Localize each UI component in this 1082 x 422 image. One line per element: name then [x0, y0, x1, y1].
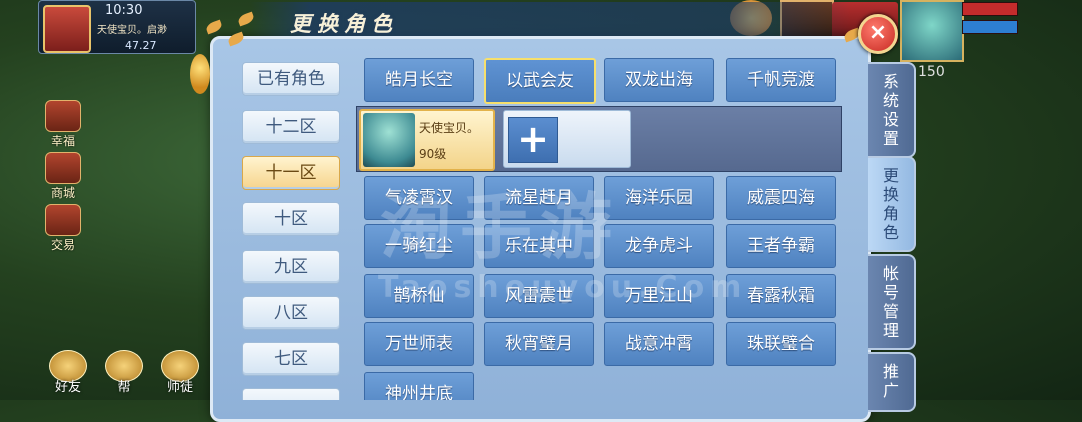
hp-bar — [962, 2, 1018, 16]
server-cell[interactable]: 双龙出海 — [604, 58, 714, 102]
server-cell[interactable]: 海洋乐园 — [604, 176, 714, 220]
plus-icon[interactable]: + — [508, 117, 558, 163]
server-cell[interactable]: 万里江山 — [604, 274, 714, 318]
server-cell-selected[interactable]: 以武会友 — [484, 58, 596, 104]
side-menu-shop[interactable]: 商城 — [44, 152, 82, 201]
server-cell[interactable]: 乐在其中 — [484, 224, 594, 268]
character-row: 天使宝贝。 90级 + — [356, 106, 842, 172]
guild-button[interactable]: 帮 — [104, 350, 144, 395]
player-avatar[interactable] — [43, 5, 91, 53]
mentor-label: 师徒 — [166, 380, 193, 395]
server-cell[interactable]: 风雷震世 — [484, 274, 594, 318]
server-cell[interactable]: 春露秋霜 — [726, 274, 836, 318]
guild-label: 帮 — [117, 380, 131, 395]
server-list[interactable]: 已有角色 十二区 十一区 十区 九区 八区 七区 — [232, 54, 342, 400]
server-tab-11[interactable]: 十一区 — [242, 156, 340, 190]
character-level: 90级 — [419, 147, 447, 161]
trade-icon — [45, 204, 81, 236]
target-portrait[interactable] — [900, 0, 964, 62]
leaf-decoration-icon — [204, 19, 224, 35]
mentor-button[interactable]: 师徒 — [160, 350, 200, 395]
mp-bar — [962, 20, 1018, 34]
server-cell[interactable]: 威震四海 — [726, 176, 836, 220]
side-menu-label: 交易 — [50, 238, 75, 252]
character-portrait — [363, 113, 415, 167]
clock-time: 10:30 — [105, 3, 143, 18]
side-menu-label: 幸福 — [50, 134, 75, 148]
server-tab-7[interactable]: 七区 — [242, 342, 340, 376]
server-cell[interactable]: 龙争虎斗 — [604, 224, 714, 268]
tab-account-management[interactable]: 帐号管理 — [868, 254, 916, 350]
server-cell[interactable]: 皓月长空 — [364, 58, 474, 102]
fortune-icon — [45, 100, 81, 132]
server-cell[interactable]: 千帆竞渡 — [726, 58, 836, 102]
map-coordinates: 47.27 — [125, 39, 157, 52]
side-menu-fortune[interactable]: 幸福 — [44, 100, 82, 149]
server-cell[interactable]: 秋宵璧月 — [484, 322, 594, 366]
dialog-title: 更换角色 — [290, 11, 398, 36]
player-hud[interactable]: 10:30 天使宝贝。启渺 47.27 — [38, 0, 196, 54]
friends-label: 好友 — [54, 380, 81, 395]
tab-label: 推广 — [882, 362, 899, 400]
server-grid-panel: 皓月长空 以武会友 双龙出海 千帆竞渡 天使宝贝。 90级 + 气凌霄汉 流星赶… — [352, 54, 842, 400]
server-tab-partial[interactable] — [242, 388, 340, 400]
friends-button[interactable]: 好友 — [48, 350, 88, 395]
gourd-ornament-icon — [190, 54, 210, 94]
tab-change-character[interactable]: 更换角色 — [868, 156, 916, 252]
server-tab-12[interactable]: 十二区 — [242, 110, 340, 144]
tab-label: 帐号管理 — [882, 264, 899, 340]
side-menu-trade[interactable]: 交易 — [44, 204, 82, 253]
hp-mp-bars — [962, 2, 1018, 38]
server-cell[interactable]: 一骑红尘 — [364, 224, 474, 268]
target-level: 150 — [918, 64, 945, 80]
server-cell[interactable]: 万世师表 — [364, 322, 474, 366]
server-tab-9[interactable]: 九区 — [242, 250, 340, 284]
server-cell[interactable]: 气凌霄汉 — [364, 176, 474, 220]
server-cell[interactable]: 战意冲霄 — [604, 322, 714, 366]
tab-system-settings[interactable]: 系统设置 — [868, 62, 916, 158]
close-button[interactable]: × — [858, 14, 898, 54]
tab-label: 系统设置 — [882, 72, 899, 148]
player-name: 天使宝贝。启渺 — [97, 25, 167, 36]
server-cell[interactable]: 鹊桥仙 — [364, 274, 474, 318]
side-menu-label: 商城 — [50, 186, 75, 200]
server-cell[interactable]: 珠联璧合 — [726, 322, 836, 366]
tab-promotion[interactable]: 推广 — [868, 352, 916, 412]
add-character-slot[interactable]: + — [503, 110, 631, 168]
tab-label: 更换角色 — [882, 166, 899, 242]
server-cell[interactable]: 流星赶月 — [484, 176, 594, 220]
character-card[interactable]: 天使宝贝。 90级 — [359, 109, 495, 171]
shop-icon — [45, 152, 81, 184]
server-cell[interactable]: 神州井底 — [364, 372, 474, 400]
server-tab-10[interactable]: 十区 — [242, 202, 340, 236]
server-tab-8[interactable]: 八区 — [242, 296, 340, 330]
server-tab-owned[interactable]: 已有角色 — [242, 62, 340, 96]
character-name: 天使宝贝。 — [419, 121, 480, 135]
server-cell[interactable]: 王者争霸 — [726, 224, 836, 268]
